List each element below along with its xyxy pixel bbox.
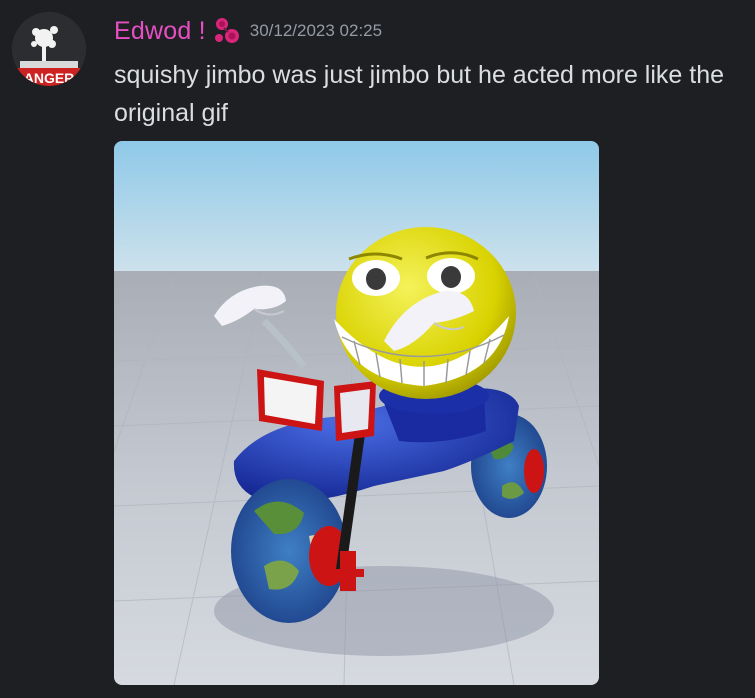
- author-username[interactable]: Edwod !: [114, 17, 206, 46]
- message-header: Edwod ! 30/12/2023 02:25: [114, 12, 382, 50]
- chat-message: ANGER Edwod ! 30/12/2023 02:25 squishy j…: [0, 0, 755, 698]
- author-avatar[interactable]: ANGER: [12, 12, 86, 86]
- message-text: squishy jimbo was just jimbo but he acte…: [114, 61, 725, 127]
- image-attachment[interactable]: [114, 141, 599, 685]
- red-roses-icon[interactable]: [210, 14, 244, 48]
- svg-text:ANGER: ANGER: [24, 70, 75, 86]
- message-timestamp[interactable]: 30/12/2023 02:25: [250, 21, 382, 41]
- jimbo-on-tricycle-image: [114, 141, 599, 685]
- danger-sign-avatar-icon: ANGER: [12, 12, 86, 86]
